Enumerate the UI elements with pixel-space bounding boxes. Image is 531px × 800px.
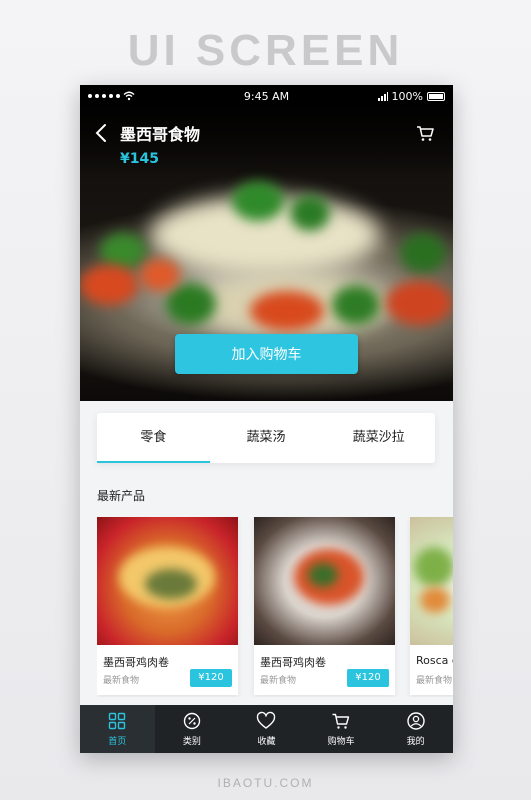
food-broccoli (100, 233, 146, 269)
nav-home[interactable]: 首页 (80, 705, 155, 753)
product-name: Rosca de (416, 654, 453, 667)
nav-cart[interactable]: 购物车 (304, 705, 379, 753)
section-title: 最新产品 (97, 489, 146, 503)
nav-label: 购物车 (327, 737, 355, 747)
home-grid-icon (109, 712, 126, 730)
product-image (254, 517, 395, 645)
battery-icon (427, 92, 445, 101)
product-image (97, 517, 238, 645)
food-tomato (80, 265, 138, 305)
category-tabs: 零食 蔬菜汤 蔬菜沙拉 (97, 413, 435, 463)
footer-watermark: IBAOTU.COM (217, 776, 314, 790)
heart-icon (257, 711, 276, 729)
cell-signal-icon (377, 92, 388, 101)
product-subtitle: 最新食物 (103, 676, 140, 686)
product-price: ¥145 (120, 151, 159, 167)
nav-label: 类别 (182, 737, 201, 747)
food-tomato (140, 259, 180, 291)
banner-title: UI SCREEN (127, 26, 404, 75)
food-broccoli (166, 283, 216, 325)
product-name: 墨西哥鸡肉卷 (103, 656, 169, 669)
product-subtitle: 最新食物 (260, 676, 297, 686)
cart-icon[interactable] (415, 123, 435, 143)
tab-vegetable-soup[interactable]: 蔬菜汤 (210, 413, 323, 463)
nav-category[interactable]: 类别 (155, 705, 230, 753)
nav-label: 收藏 (257, 737, 276, 747)
nav-favorites[interactable]: 收藏 (229, 705, 304, 753)
product-price-tag[interactable]: ¥120 (347, 669, 389, 687)
food-broccoli (232, 181, 284, 221)
product-list: 墨西哥鸡肉卷 最新食物 ¥120 墨西哥鸡肉卷 最新食物 ¥120 Rosca … (97, 517, 453, 697)
page-title: 墨西哥食物 (120, 125, 201, 144)
cart-icon (332, 713, 350, 729)
food-broccoli (332, 285, 380, 325)
back-arrow-icon[interactable] (94, 123, 108, 143)
product-price-tag[interactable]: ¥120 (190, 669, 232, 687)
nav-label: 首页 (108, 737, 127, 747)
food-tomato (250, 291, 324, 331)
food-tomato (386, 281, 452, 325)
phone-screen: 9:45 AM 100% 墨西哥食物 ¥145 加入购物车 零食 蔬菜汤 蔬菜沙… (80, 85, 453, 753)
product-card[interactable]: 墨西哥鸡肉卷 最新食物 ¥120 (97, 517, 238, 695)
status-bar: 9:45 AM 100% (80, 89, 453, 107)
tab-vegetable-salad[interactable]: 蔬菜沙拉 (322, 413, 435, 463)
nav-profile[interactable]: 我的 (378, 705, 453, 753)
product-card[interactable]: 墨西哥鸡肉卷 最新食物 ¥120 (254, 517, 395, 695)
nav-label: 我的 (406, 737, 425, 747)
food-broccoli (290, 195, 330, 231)
product-name: 墨西哥鸡肉卷 (260, 656, 326, 669)
category-icon (183, 712, 201, 730)
product-image (410, 517, 453, 645)
battery-percent: 100% (391, 90, 423, 103)
hero-image: 9:45 AM 100% 墨西哥食物 ¥145 加入购物车 (80, 85, 453, 401)
product-subtitle: 最新食物 (416, 676, 453, 686)
add-to-cart-button[interactable]: 加入购物车 (175, 334, 358, 374)
product-card[interactable]: Rosca de 最新食物 (410, 517, 453, 695)
tab-snacks[interactable]: 零食 (97, 413, 210, 463)
user-icon (406, 712, 425, 730)
bottom-nav: 首页 类别 收藏 购物车 我的 (80, 705, 453, 753)
food-broccoli (400, 233, 446, 273)
